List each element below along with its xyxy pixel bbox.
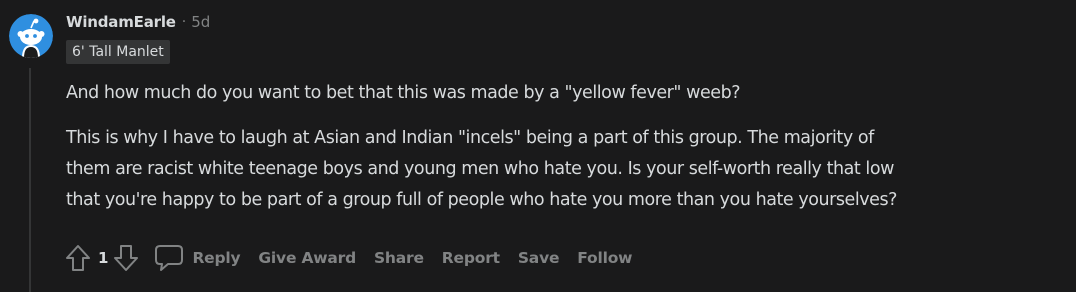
reply-label: Reply (192, 249, 241, 267)
thread-line[interactable] (29, 68, 31, 292)
save-button[interactable]: Save (509, 241, 568, 275)
user-flair: 6' Tall Manlet (66, 40, 170, 64)
comment-header: WindamEarle · 5d (66, 12, 210, 32)
comment-paragraph-2-line: them are racist white teenage boys and y… (66, 159, 894, 179)
comment-actions: 1 Reply Give Award Share Report Save Fol… (62, 241, 641, 275)
report-button[interactable]: Report (433, 241, 509, 275)
timestamp[interactable]: 5d (191, 13, 210, 31)
comment-paragraph-2-line: that you're happy to be part of a group … (66, 190, 898, 210)
comment-paragraph-2: This is why I have to laugh at Asian and… (66, 123, 1066, 216)
comment-paragraph-2-line: This is why I have to laugh at Asian and… (66, 128, 874, 148)
comment-paragraph-1: And how much do you want to bet that thi… (66, 83, 741, 103)
comment: WindamEarle · 5d 6' Tall Manlet And how … (0, 0, 1076, 292)
arrow-up-icon (66, 245, 90, 271)
speech-bubble-icon (154, 244, 184, 272)
comment-body: And how much do you want to bet that thi… (66, 78, 1066, 230)
snoo-avatar-icon (9, 14, 53, 58)
upvote-button[interactable] (62, 241, 94, 275)
follow-button[interactable]: Follow (568, 241, 641, 275)
downvote-button[interactable] (110, 241, 142, 275)
avatar[interactable] (9, 14, 53, 58)
give-award-button[interactable]: Give Award (249, 241, 365, 275)
vote-score: 1 (98, 249, 109, 267)
reply-button[interactable]: Reply (142, 241, 249, 275)
separator-dot: · (181, 14, 187, 30)
author-username[interactable]: WindamEarle (66, 13, 176, 31)
arrow-down-icon (114, 245, 139, 271)
share-button[interactable]: Share (365, 241, 433, 275)
